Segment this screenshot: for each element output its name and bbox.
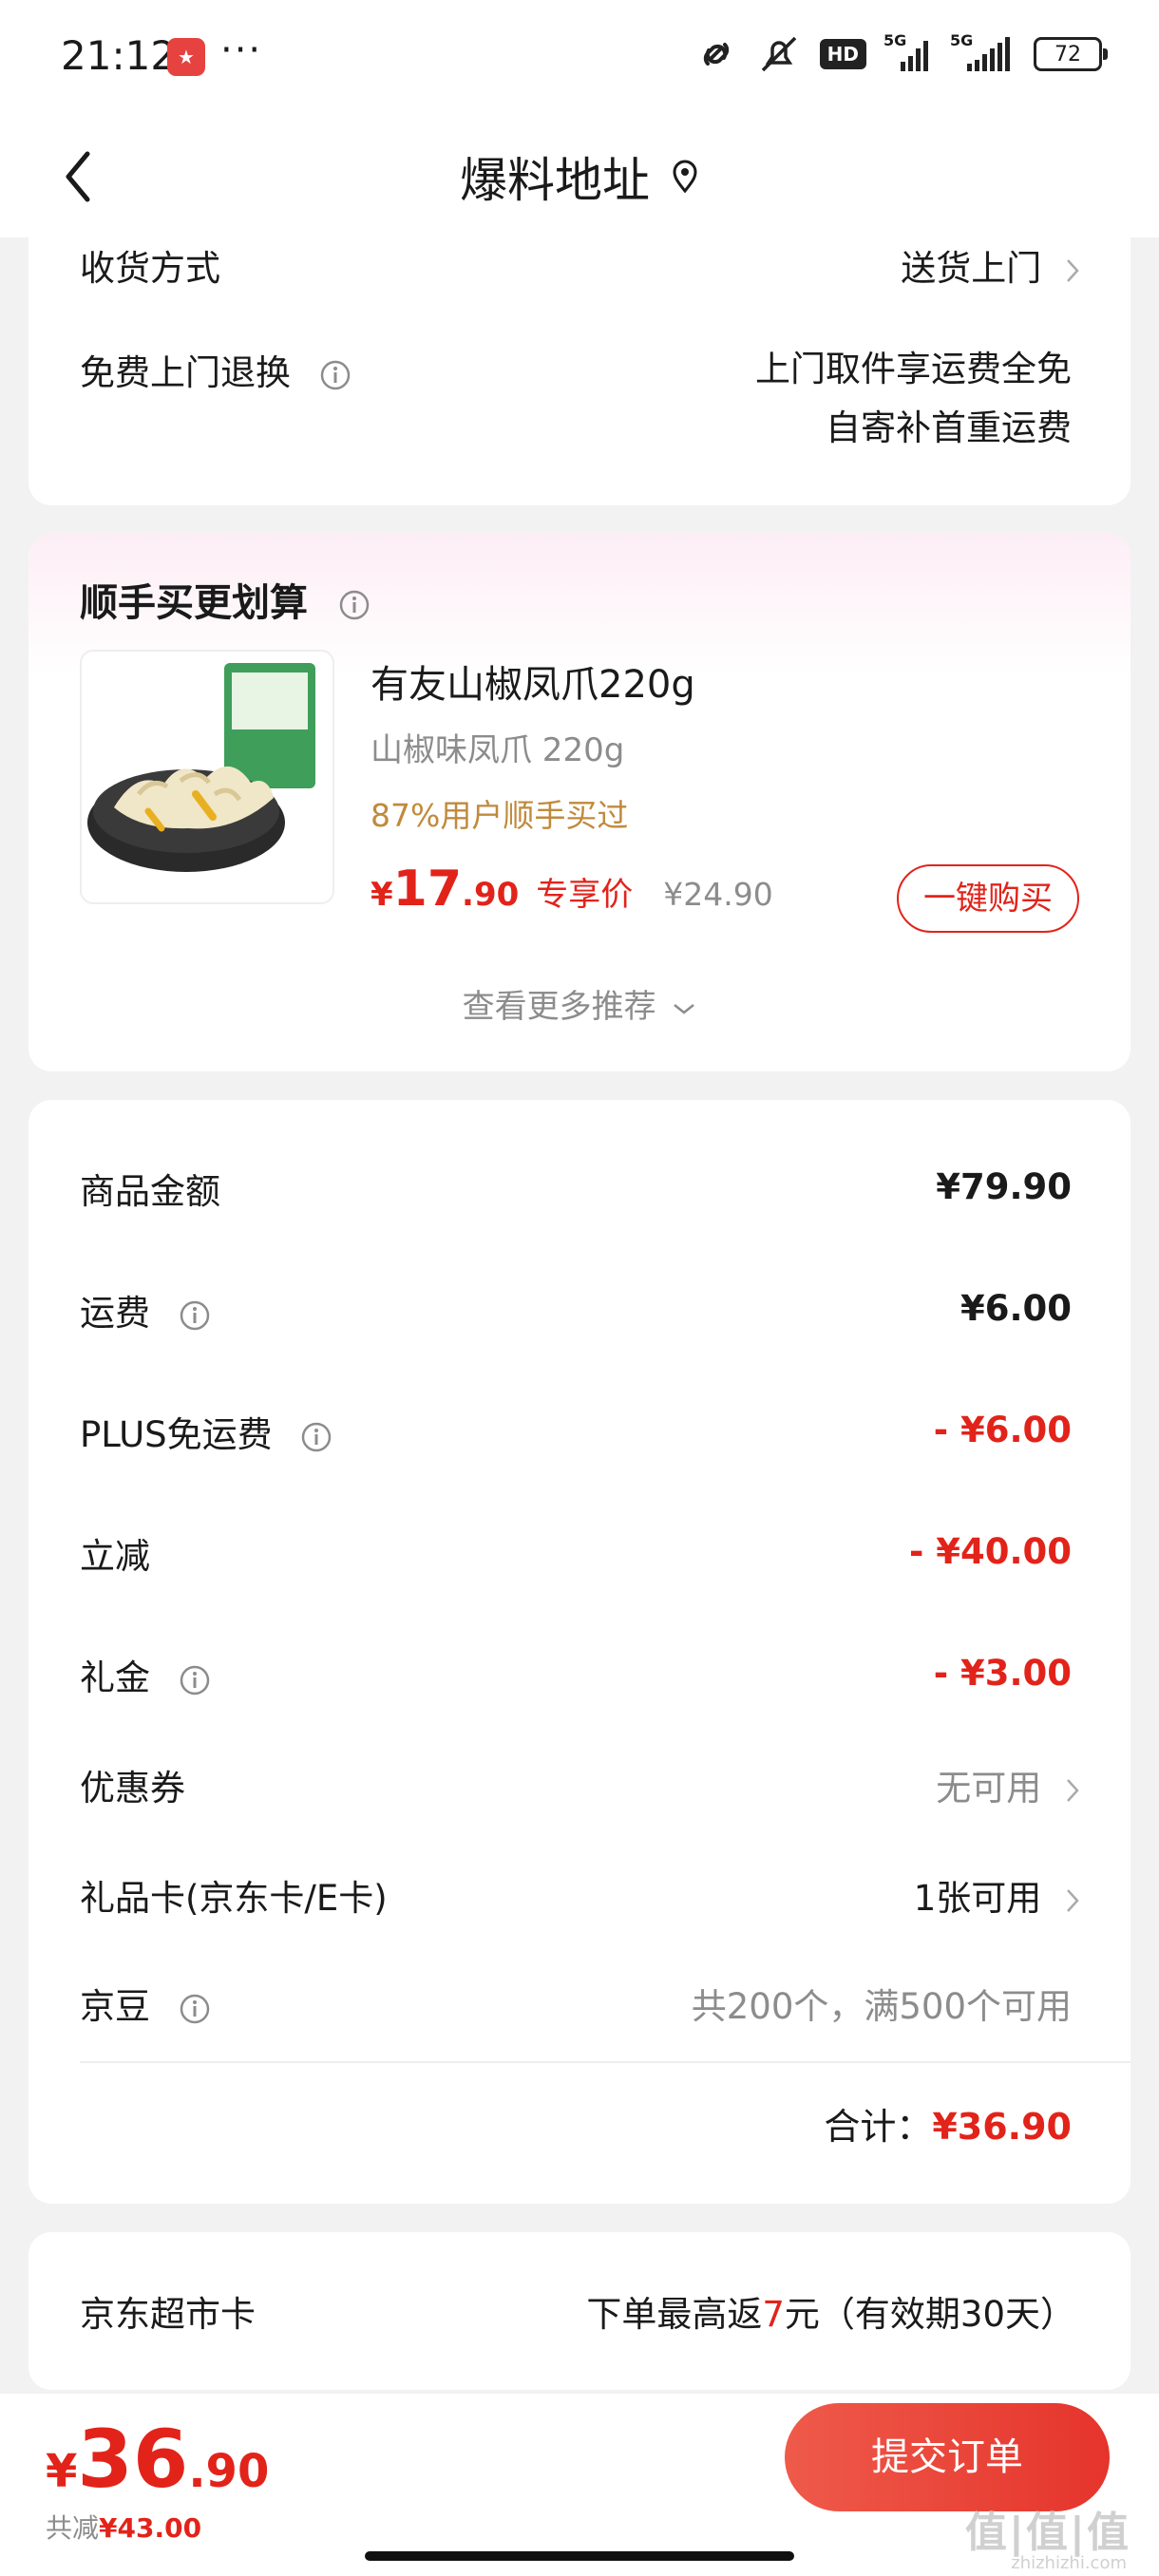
- shipping-label: 运费: [80, 1284, 211, 1335]
- chevron-right-icon: [1067, 258, 1079, 282]
- pay-integer: 36: [77, 2413, 189, 2506]
- more-recommend-link[interactable]: 查看更多推荐: [28, 980, 1130, 1027]
- gift-money-text: 礼金: [80, 1657, 150, 1698]
- gift-card-label: 礼品卡(京东卡/E卡): [80, 1878, 388, 1919]
- signal-icon-2: 5G: [950, 31, 1015, 73]
- info-icon[interactable]: [300, 1421, 332, 1453]
- free-return-line2: 自寄补首重运费: [826, 407, 1072, 448]
- mute-icon: [761, 36, 796, 72]
- discount-value: - ¥40.00: [908, 1531, 1072, 1572]
- plus-free-shipping-text: PLUS免运费: [80, 1414, 273, 1455]
- goods-amount-value: ¥79.90: [936, 1166, 1072, 1207]
- jd-beans-text: 京豆: [80, 1986, 150, 2027]
- free-return-label: 免费上门退换: [80, 344, 352, 395]
- one-click-buy-button[interactable]: 一键购买: [897, 864, 1079, 933]
- link-icon: [703, 43, 729, 66]
- gift-card-value[interactable]: 1张可用: [914, 1869, 1079, 1921]
- recommend-title: 顺手买更划算: [80, 572, 370, 627]
- original-price: ¥24.90: [663, 876, 773, 913]
- jd-beans-value: 共200个，满500个可用: [691, 1986, 1072, 2027]
- page-title-text: 爆料地址: [460, 153, 650, 208]
- status-icons: HD 5G 5G 72: [694, 31, 1108, 74]
- delivery-method-value[interactable]: 送货上门: [901, 239, 1079, 291]
- page-title: 爆料地址: [0, 142, 1159, 211]
- battery-level: 72: [1054, 42, 1081, 66]
- chevron-down-icon: [674, 1003, 695, 1014]
- pay-decimal: .90: [188, 2445, 270, 2498]
- plus-free-shipping-value: - ¥6.00: [933, 1410, 1072, 1450]
- total-reduce-label: 共减: [46, 2512, 100, 2544]
- order-summary-card: 商品金额 ¥79.90 运费 ¥6.00 PLUS免运费 - ¥6.00 立减 …: [28, 1100, 1130, 2204]
- coupon-value-text: 无可用: [936, 1768, 1042, 1809]
- battery-icon: 72: [1034, 37, 1108, 71]
- delivery-method-text: 送货上门: [901, 248, 1042, 289]
- pay-price: ¥ 36 .90: [46, 2413, 269, 2506]
- plus-free-shipping-label: PLUS免运费: [80, 1406, 332, 1457]
- info-icon[interactable]: [179, 1993, 211, 2025]
- product-spec: 山椒味凤爪 220g: [370, 731, 625, 769]
- product-image[interactable]: [80, 650, 334, 904]
- app-notification-icon: ★: [167, 38, 205, 76]
- hd-badge: HD: [819, 39, 866, 69]
- total-reduce[interactable]: 共减¥43.00: [46, 2508, 201, 2546]
- chevron-right-icon: [1067, 1888, 1079, 1912]
- supermarket-value-suffix: 元（有效期30天）: [784, 2294, 1075, 2335]
- info-icon[interactable]: [338, 589, 370, 621]
- shipping-label-text: 运费: [80, 1293, 150, 1334]
- home-indicator[interactable]: [365, 2551, 794, 2561]
- status-time: 21:12: [61, 32, 177, 79]
- recommend-card: 顺手买更划算 有友山椒凤爪220g 山椒味凤爪 220g 87%用户顺手买过 ¥…: [28, 534, 1130, 1071]
- product-price: ¥ 17 .90 专享价 ¥24.90: [370, 861, 773, 918]
- supermarket-card-label: 京东超市卡: [80, 2294, 256, 2335]
- supermarket-value-num: 7: [762, 2294, 785, 2335]
- header: 爆料地址: [0, 114, 1159, 237]
- total-reduce-value: ¥43.00: [99, 2512, 202, 2544]
- supermarket-card: 京东超市卡 下单最高返7元（有效期30天）: [28, 2232, 1130, 2390]
- product-name[interactable]: 有友山椒凤爪220g: [370, 653, 695, 709]
- coupon-label: 优惠券: [80, 1768, 185, 1809]
- gift-card-value-text: 1张可用: [913, 1878, 1042, 1919]
- bottom-bar: ¥ 36 .90 共减¥43.00 提交订单 值|值|值 zhizhizhi.c…: [0, 2394, 1159, 2576]
- info-icon[interactable]: [179, 1664, 211, 1696]
- price-integer: 17: [392, 861, 463, 918]
- product-hint: 87%用户顺手买过: [370, 797, 629, 834]
- coupon-value[interactable]: 无可用: [936, 1759, 1079, 1810]
- jd-beans-label: 京豆: [80, 1978, 211, 2029]
- gift-money-value: - ¥3.00: [933, 1653, 1072, 1694]
- chevron-right-icon: [1067, 1778, 1079, 1802]
- gift-money-label: 礼金: [80, 1649, 211, 1700]
- location-pin-icon[interactable]: [671, 160, 699, 194]
- price-tag: 专享价: [536, 876, 634, 914]
- total-value: ¥36.90: [932, 2106, 1072, 2148]
- price-currency: ¥: [370, 876, 393, 914]
- delivery-method-label: 收货方式: [80, 248, 220, 289]
- supermarket-value-prefix: 下单最高返: [586, 2294, 763, 2335]
- submit-order-button[interactable]: 提交订单: [785, 2403, 1110, 2511]
- free-return-line1: 上门取件享运费全免: [755, 349, 1072, 389]
- discount-label: 立减: [80, 1536, 150, 1577]
- goods-amount-label: 商品金额: [80, 1171, 220, 1212]
- more-recommend-text: 查看更多推荐: [462, 988, 656, 1026]
- signal-icon-1: 5G: [884, 31, 933, 73]
- total-label: 合计：: [824, 2106, 933, 2148]
- shipping-value: ¥6.00: [960, 1288, 1072, 1329]
- watermark-url: zhizhizhi.com: [1011, 2553, 1127, 2573]
- price-decimal: .90: [462, 876, 520, 914]
- watermark-logo: 值|值|值: [964, 2509, 1130, 2557]
- free-return-value: 上门取件享运费全免 自寄补首重运费: [755, 340, 1072, 458]
- total-row: 合计：¥36.90: [824, 2097, 1072, 2150]
- recommend-title-text: 顺手买更划算: [80, 581, 308, 625]
- pay-currency: ¥: [46, 2445, 78, 2498]
- delivery-card: 收货方式 送货上门 免费上门退换 上门取件享运费全免 自寄补首重运费: [28, 237, 1130, 505]
- summary-divider: [80, 2061, 1130, 2063]
- free-return-text: 免费上门退换: [80, 352, 291, 393]
- supermarket-card-value: 下单最高返7元（有效期30天）: [586, 2285, 1075, 2337]
- status-bar: 21:12 ★ ··· HD 5G 5G 72: [0, 0, 1159, 114]
- more-notifications-icon: ···: [220, 28, 263, 72]
- info-icon[interactable]: [179, 1299, 211, 1332]
- info-icon[interactable]: [319, 359, 352, 391]
